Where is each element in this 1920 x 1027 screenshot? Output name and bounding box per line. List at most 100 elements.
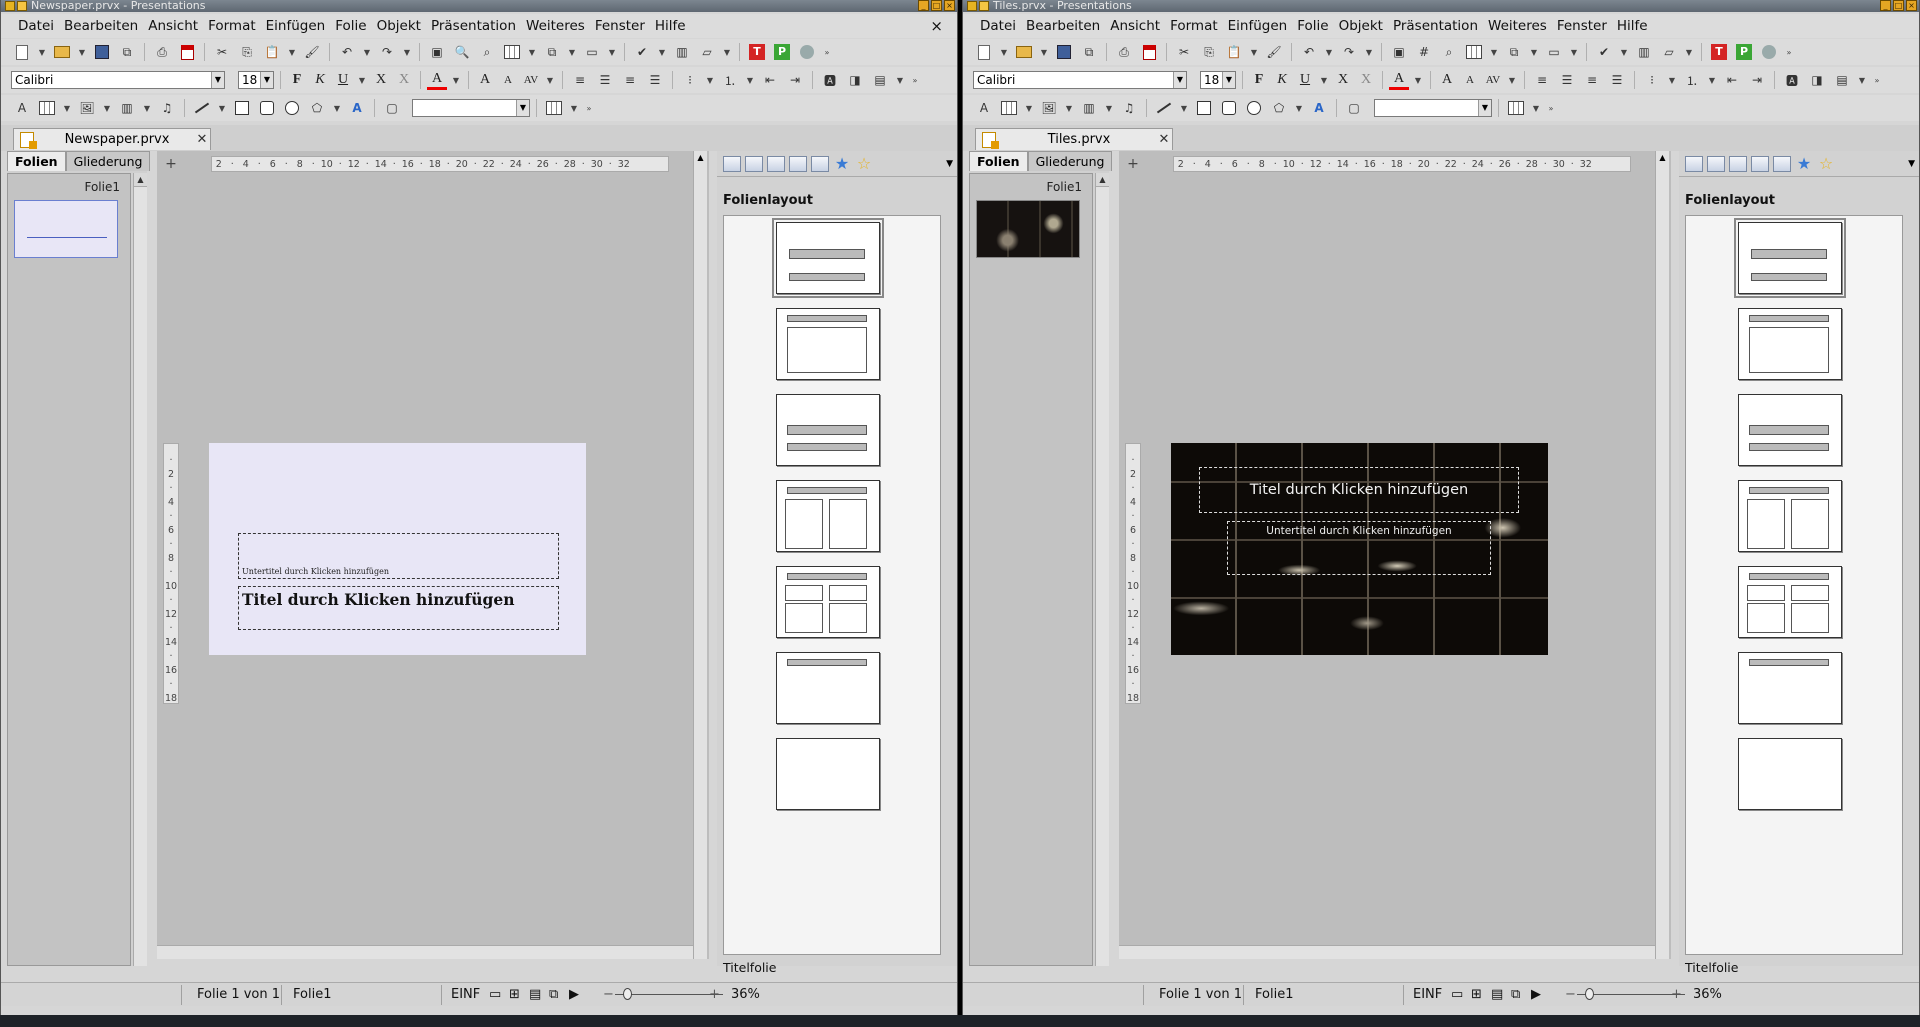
menu-objekt[interactable]: Objekt — [1334, 18, 1388, 34]
effects-star-icon[interactable]: ☆ — [855, 154, 873, 173]
numbering-icon[interactable]: ⒈ — [719, 70, 741, 90]
layout-option[interactable] — [1738, 480, 1842, 552]
layout-option[interactable] — [1738, 308, 1842, 380]
undo-dropdown-icon[interactable]: ▼ — [1323, 42, 1335, 62]
normal-view-icon[interactable]: ▭ — [1451, 987, 1463, 1002]
chart-icon[interactable]: ▥ — [671, 42, 693, 62]
horizontal-ruler[interactable]: 2 · 4 · 6 · 8 · 10 · 12 · 14 · 16 · 18 · 20 · 22 · 24 · 26 · 28 · 30… — [1173, 156, 1631, 172]
layout-option[interactable] — [776, 652, 880, 724]
redo-dropdown-icon[interactable]: ▼ — [1363, 42, 1375, 62]
spellcheck-dropdown-icon[interactable]: ▼ — [656, 42, 668, 62]
font-color-dropdown-icon[interactable]: ▼ — [1412, 70, 1424, 90]
editor-vertical-scrollbar[interactable]: ▲ — [693, 151, 707, 959]
close-tab-icon[interactable]: ✕ — [194, 132, 210, 147]
insert-object-icon[interactable]: ⧉ — [541, 42, 563, 62]
zoom-in-icon[interactable]: + — [709, 987, 720, 1002]
redo-dropdown-icon[interactable]: ▼ — [401, 42, 413, 62]
zoom-slider-knob[interactable] — [1585, 988, 1594, 1000]
slideshow-icon[interactable]: ▶ — [1531, 987, 1541, 1002]
layout-option[interactable] — [776, 738, 880, 810]
text-frame-icon[interactable]: A — [973, 98, 995, 118]
search-icon[interactable]: ⌕ — [1438, 42, 1460, 62]
align-center-icon[interactable]: ☰ — [594, 70, 616, 90]
new-dropdown-icon[interactable]: ▼ — [998, 42, 1010, 62]
highlight-icon[interactable]: ◨ — [844, 70, 866, 90]
format-painter-icon[interactable]: 🖌 — [1263, 42, 1285, 62]
layout-panel-icon[interactable] — [1685, 155, 1703, 172]
spellcheck-icon[interactable]: ✔ — [631, 42, 653, 62]
slide-design-icon[interactable] — [1707, 155, 1725, 172]
style-combo[interactable]: ▼ — [1374, 99, 1492, 117]
new-document-icon[interactable] — [973, 42, 995, 62]
tab-folien[interactable]: Folien — [969, 151, 1028, 171]
menu-weiteres[interactable]: Weiteres — [521, 18, 590, 34]
vertical-ruler[interactable]: · 2 · 4 · 6 · 8 · 10 · 12 · 14 · 16 · 18 — [163, 443, 179, 704]
menu-einfuegen[interactable]: Einfügen — [261, 18, 331, 34]
print-icon[interactable]: ⎙ — [151, 42, 173, 62]
format-painter-icon[interactable]: 🖌 — [301, 42, 323, 62]
autoshape-dropdown-icon[interactable]: ▼ — [1293, 98, 1305, 118]
tab-gliederung[interactable]: Gliederung — [1027, 151, 1113, 171]
line-icon[interactable] — [1153, 98, 1175, 118]
font-name-combo[interactable]: Calibri ▼ — [11, 71, 225, 89]
animation-star-icon[interactable]: ★ — [1795, 154, 1813, 173]
horizontal-ruler[interactable]: 2 · 4 · 6 · 8 · 10 · 12 · 14 · 16 · 18 · 20 · 22 · 24 · 26 · 28 · 30… — [211, 156, 669, 172]
autoshape-dropdown-icon[interactable]: ▼ — [331, 98, 343, 118]
menu-hilfe[interactable]: Hilfe — [1612, 18, 1653, 34]
slides-scrollbar[interactable]: ▲ — [1095, 173, 1109, 966]
undo-icon[interactable]: ↶ — [336, 42, 358, 62]
chevron-down-icon[interactable]: ▼ — [1173, 72, 1186, 88]
open-folder-icon[interactable] — [51, 42, 73, 62]
grid-icon[interactable] — [543, 98, 565, 118]
slide-sorter-icon[interactable]: ⊞ — [509, 987, 520, 1002]
minimize-button[interactable]: _ — [918, 0, 929, 11]
addon-icon[interactable] — [796, 42, 818, 62]
line-dropdown-icon[interactable]: ▼ — [1178, 98, 1190, 118]
rectangle-icon[interactable] — [1193, 98, 1215, 118]
menu-fenster[interactable]: Fenster — [590, 18, 650, 34]
more-tools-icon[interactable]: » — [1783, 42, 1795, 62]
table-icon[interactable] — [501, 42, 523, 62]
cut-icon[interactable]: ✂ — [211, 42, 233, 62]
insert-chart-icon[interactable]: ▥ — [116, 98, 138, 118]
more-format-icon[interactable]: » — [1871, 70, 1883, 90]
ellipse-icon[interactable] — [281, 98, 303, 118]
layout-option[interactable] — [1738, 652, 1842, 724]
subtitle-placeholder[interactable]: Untertitel durch Klicken hinzufügen — [1227, 521, 1491, 575]
color-scheme-icon[interactable] — [767, 155, 785, 172]
background-icon[interactable] — [1751, 155, 1769, 172]
paragraph-format-icon[interactable]: ▤ — [869, 70, 891, 90]
grow-font-button[interactable]: A — [1437, 70, 1457, 90]
slide-view-icon[interactable]: ▣ — [1388, 42, 1410, 62]
layout-option[interactable] — [776, 480, 880, 552]
font-size-combo[interactable]: 18 ▼ — [238, 71, 274, 89]
picture-dropdown-icon[interactable]: ▼ — [101, 98, 113, 118]
font-color-button[interactable]: A — [1389, 70, 1409, 90]
shadow-button[interactable]: X — [394, 70, 414, 90]
insert-table-icon[interactable] — [998, 98, 1020, 118]
table-dropdown-icon[interactable]: ▼ — [526, 42, 538, 62]
menu-praesentation[interactable]: Präsentation — [1388, 18, 1483, 34]
menu-praesentation[interactable]: Präsentation — [426, 18, 521, 34]
textart-icon[interactable]: A — [346, 98, 368, 118]
bold-button[interactable]: F — [1249, 70, 1269, 90]
handout-view-icon[interactable]: ⧉ — [1511, 987, 1520, 1002]
new-dropdown-icon[interactable]: ▼ — [36, 42, 48, 62]
spacing-dropdown-icon[interactable]: ▼ — [544, 70, 556, 90]
ellipse-icon[interactable] — [1243, 98, 1265, 118]
presentations-icon[interactable]: P — [771, 42, 793, 62]
cut-icon[interactable]: ✂ — [1173, 42, 1195, 62]
paste-dropdown-icon[interactable]: ▼ — [286, 42, 298, 62]
slideshow-icon[interactable]: ▶ — [569, 987, 579, 1002]
slides-scrollbar[interactable]: ▲ — [133, 173, 147, 966]
menu-folie[interactable]: Folie — [330, 18, 371, 34]
subtitle-placeholder[interactable]: Untertitel durch Klicken hinzufügen — [238, 533, 559, 579]
zoom-percent[interactable]: 36% — [1693, 987, 1722, 1002]
menu-fenster[interactable]: Fenster — [1552, 18, 1612, 34]
background-icon[interactable] — [789, 155, 807, 172]
table-dropdown-icon[interactable]: ▼ — [1023, 98, 1035, 118]
zoom-icon[interactable]: 🔍 — [451, 42, 473, 62]
shrink-font-button[interactable]: A — [1460, 70, 1480, 90]
layout-option[interactable] — [776, 566, 880, 638]
layout-option[interactable] — [1738, 394, 1842, 466]
